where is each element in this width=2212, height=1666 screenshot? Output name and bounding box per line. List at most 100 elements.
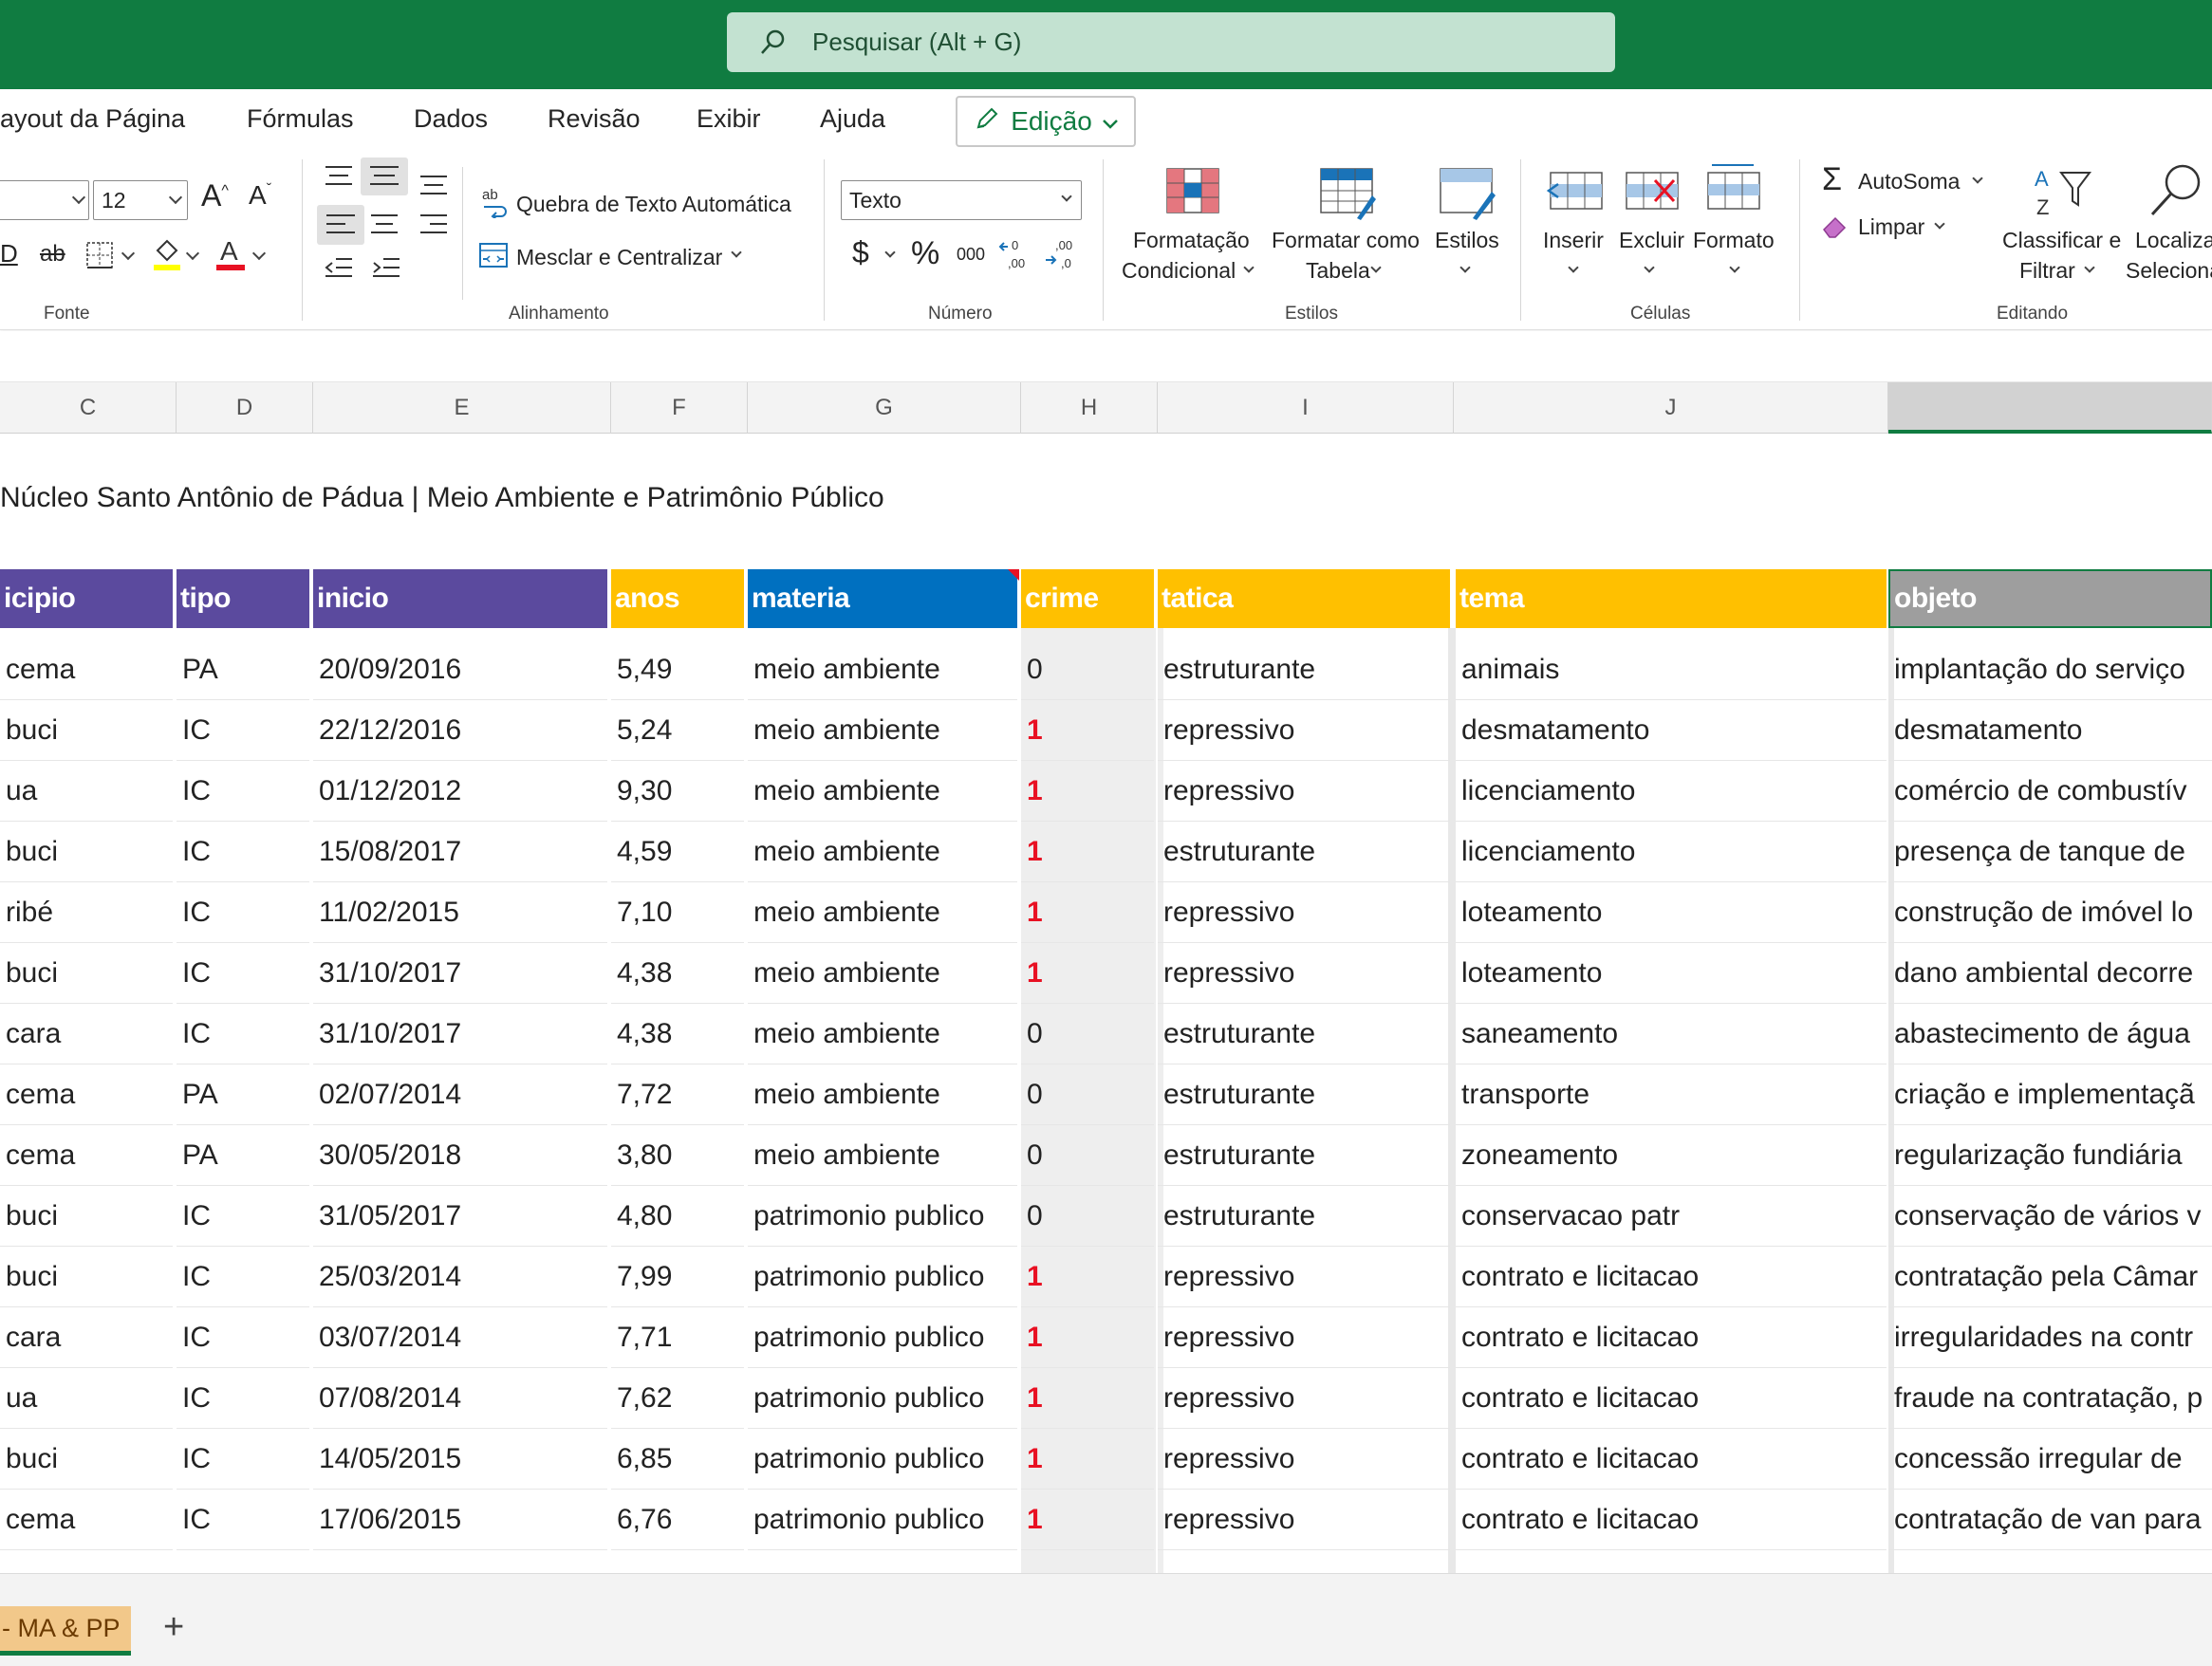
cell-materia[interactable]: meio ambiente	[748, 882, 1017, 943]
cell-inicio[interactable]: 15/08/2017	[313, 822, 607, 882]
search-box[interactable]: Pesquisar (Alt + G)	[727, 12, 1615, 72]
cell-tema[interactable]: saneamento	[1456, 1004, 1887, 1064]
cell-inicio[interactable]: 31/10/2017	[313, 943, 607, 1004]
strikethrough-icon[interactable]: ab	[40, 241, 65, 268]
cell-municipio[interactable]: buci	[0, 1429, 173, 1490]
column-header-f[interactable]: F	[611, 382, 748, 434]
cell-anos[interactable]: 4,80	[611, 1186, 744, 1247]
cell-tatica[interactable]: repressivo	[1158, 1247, 1450, 1307]
cell-anos[interactable]: 7,72	[611, 1064, 744, 1125]
increase-indent-icon[interactable]	[370, 254, 402, 287]
format-as-table-label2[interactable]: Tabela	[1306, 258, 1370, 284]
cell-tatica[interactable]: estruturante	[1158, 1004, 1450, 1064]
font-color-icon[interactable]: A	[214, 235, 247, 276]
conditional-formatting-icon[interactable]	[1165, 167, 1220, 219]
borders-icon[interactable]	[85, 241, 114, 274]
cell-crime[interactable]: 1	[1021, 700, 1154, 761]
format-as-table-icon[interactable]	[1319, 167, 1378, 225]
format-cells-label[interactable]: Formato	[1693, 228, 1775, 253]
cell-municipio[interactable]: buci	[0, 700, 173, 761]
cell-tatica[interactable]: repressivo	[1158, 1368, 1450, 1429]
column-header-e[interactable]: E	[313, 382, 611, 434]
cell-tatica[interactable]: estruturante	[1158, 1186, 1450, 1247]
cell-tatica[interactable]: estruturante	[1158, 1064, 1450, 1125]
cell-anos[interactable]: 5,49	[611, 639, 744, 700]
cell-crime[interactable]: 1	[1021, 1368, 1154, 1429]
menu-formulas[interactable]: Fórmulas	[247, 104, 354, 134]
column-header-i[interactable]: I	[1158, 382, 1454, 434]
cell-crime[interactable]: 1	[1021, 943, 1154, 1004]
cell-anos[interactable]: 4,38	[611, 943, 744, 1004]
cell-tema[interactable]: desmatamento	[1456, 700, 1887, 761]
cell-anos[interactable]: 5,24	[611, 700, 744, 761]
column-header-j[interactable]: J	[1454, 382, 1888, 434]
cell-municipio[interactable]: ua	[0, 761, 173, 822]
align-middle-icon[interactable]	[361, 157, 408, 195]
cell-objeto[interactable]: regularização fundiária	[1888, 1125, 2212, 1186]
percent-format-button[interactable]: %	[911, 235, 939, 272]
editing-mode-button[interactable]: Edição	[956, 96, 1136, 147]
find-select-icon[interactable]	[2141, 161, 2207, 227]
sort-filter-label2[interactable]: Filtrar	[2019, 258, 2075, 284]
cell-crime[interactable]: 0	[1021, 639, 1154, 700]
insert-cells-icon[interactable]	[1545, 167, 1606, 219]
formula-bar[interactable]	[0, 331, 2212, 382]
cell-crime[interactable]: 0	[1021, 1125, 1154, 1186]
header-tema[interactable]: tema	[1456, 569, 1887, 628]
cell-materia[interactable]: patrimonio publico	[748, 1368, 1017, 1429]
column-header-g[interactable]: G	[748, 382, 1021, 434]
cell-tipo[interactable]: IC	[177, 700, 309, 761]
cell-inicio[interactable]: 20/09/2016	[313, 639, 607, 700]
conditional-formatting-label[interactable]: Formatação	[1133, 228, 1250, 253]
cell-inicio[interactable]: 01/12/2012	[313, 761, 607, 822]
cell-materia[interactable]: patrimonio publico	[748, 1429, 1017, 1490]
cell-tatica[interactable]: repressivo	[1158, 1429, 1450, 1490]
insert-cells-label[interactable]: Inserir	[1543, 228, 1604, 253]
cell-objeto[interactable]: implantação do serviço	[1888, 639, 2212, 700]
cell-tema[interactable]: licenciamento	[1456, 761, 1887, 822]
cell-materia[interactable]: meio ambiente	[748, 1125, 1017, 1186]
autosum-icon[interactable]: Σ	[1822, 161, 1842, 198]
cell-tema[interactable]: contrato e licitacao	[1456, 1429, 1887, 1490]
cell-inicio[interactable]: 30/05/2018	[313, 1125, 607, 1186]
delete-cells-icon[interactable]	[1621, 167, 1682, 219]
eraser-icon[interactable]	[1820, 213, 1850, 244]
align-right-icon[interactable]	[418, 211, 450, 244]
cell-anos[interactable]: 7,99	[611, 1247, 744, 1307]
format-as-table-label[interactable]: Formatar como	[1272, 228, 1420, 253]
cell-tipo[interactable]: PA	[177, 1125, 309, 1186]
cell-anos[interactable]: 7,10	[611, 882, 744, 943]
cell-municipio[interactable]: buci	[0, 822, 173, 882]
cell-anos[interactable]: 3,80	[611, 1125, 744, 1186]
cell-tema[interactable]: animais	[1456, 639, 1887, 700]
sort-filter-icon[interactable]: AZ	[2031, 163, 2093, 225]
merge-center-label[interactable]: Mesclar e Centralizar	[516, 245, 722, 270]
cell-tipo[interactable]: IC	[177, 1429, 309, 1490]
cell-tema[interactable]: loteamento	[1456, 943, 1887, 1004]
cell-materia[interactable]: patrimonio publico	[748, 1186, 1017, 1247]
cell-tatica[interactable]: repressivo	[1158, 882, 1450, 943]
wrap-text-label[interactable]: Quebra de Texto Automática	[516, 192, 791, 217]
cell-tatica[interactable]: estruturante	[1158, 639, 1450, 700]
sort-filter-label[interactable]: Classificar e	[2002, 228, 2121, 253]
cell-materia[interactable]: patrimonio publico	[748, 1247, 1017, 1307]
menu-view[interactable]: Exibir	[697, 104, 761, 134]
find-select-label2[interactable]: Seleciona	[2126, 258, 2212, 284]
cell-tipo[interactable]: PA	[177, 1064, 309, 1125]
cell-tema[interactable]: transporte	[1456, 1064, 1887, 1125]
cell-municipio[interactable]: cema	[0, 1125, 173, 1186]
header-tatica[interactable]: tatica	[1158, 569, 1450, 628]
shrink-font-icon[interactable]: Aˇ	[249, 180, 271, 211]
cell-materia[interactable]: patrimonio publico	[748, 1307, 1017, 1368]
autosum-label[interactable]: AutoSoma	[1858, 169, 1960, 194]
cell-objeto[interactable]: contratação pela Câmar	[1888, 1247, 2212, 1307]
fill-color-icon[interactable]	[150, 237, 184, 276]
header-objeto-selected[interactable]: objeto	[1888, 569, 2212, 628]
align-top-icon[interactable]	[323, 163, 355, 193]
cell-tatica[interactable]: estruturante	[1158, 1125, 1450, 1186]
cell-inicio[interactable]: 14/05/2015	[313, 1429, 607, 1490]
cell-crime[interactable]: 1	[1021, 1307, 1154, 1368]
comment-indicator[interactable]	[1008, 569, 1019, 581]
header-anos[interactable]: anos	[611, 569, 744, 628]
cell-anos[interactable]: 6,85	[611, 1429, 744, 1490]
